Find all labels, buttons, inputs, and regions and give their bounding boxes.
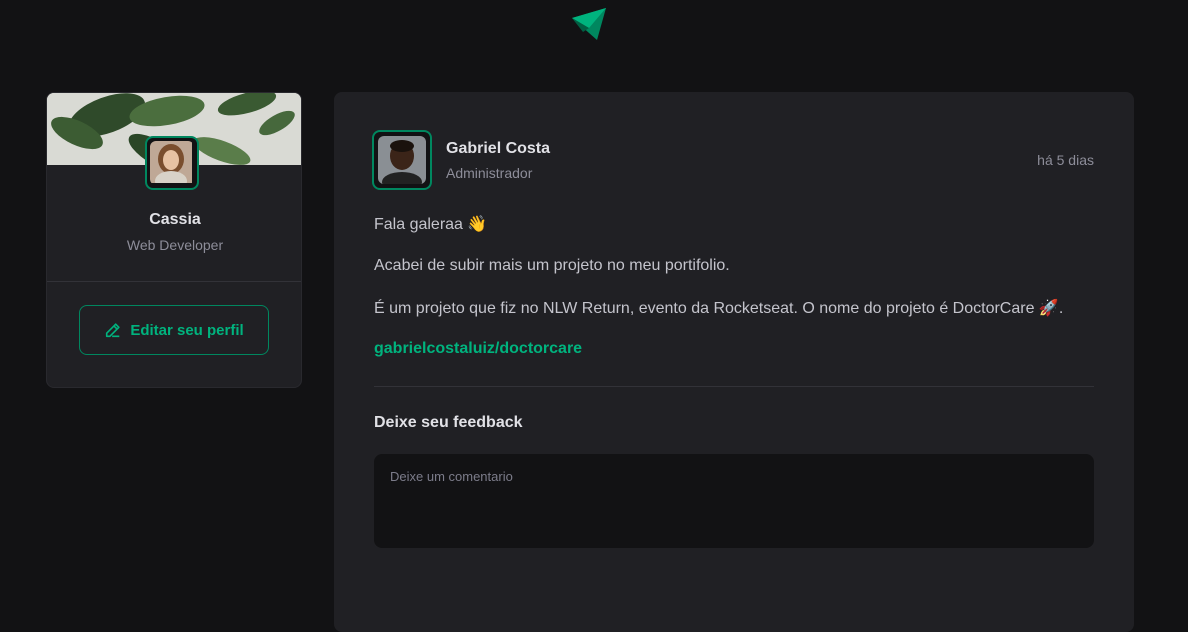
profile-sidebar: Cassia Web Developer Editar seu perfil — [46, 92, 302, 388]
edit-profile-button[interactable]: Editar seu perfil — [79, 305, 269, 355]
edit-profile-label: Editar seu perfil — [130, 321, 244, 339]
post-paragraph: Fala galeraa 👋 — [374, 216, 488, 233]
post-timestamp[interactable]: há 5 dias — [1037, 152, 1094, 168]
ignite-feed-logo-icon — [572, 8, 606, 40]
comment-input[interactable] — [374, 454, 1094, 548]
author-avatar[interactable] — [372, 130, 432, 190]
post-paragraph: Acabei de subir mais um projeto no meu p… — [374, 257, 730, 274]
post-paragraph: É um projeto que fiz no NLW Return, even… — [374, 300, 1064, 317]
feedback-title: Deixe seu feedback — [374, 414, 523, 431]
profile-name: Cassia — [149, 211, 201, 228]
post-divider — [374, 386, 1094, 387]
profile-avatar[interactable] — [145, 136, 199, 190]
post-card: Gabriel Costa Administrador há 5 dias Fa… — [334, 92, 1134, 632]
profile-role: Web Developer — [126, 237, 224, 253]
author-role: Administrador — [446, 165, 533, 181]
pencil-line-icon — [106, 323, 120, 338]
sidebar-divider — [47, 281, 301, 282]
header — [0, 0, 1188, 58]
author-name: Gabriel Costa — [446, 140, 551, 157]
post-link[interactable]: gabrielcostaluiz/doctorcare — [374, 340, 582, 358]
